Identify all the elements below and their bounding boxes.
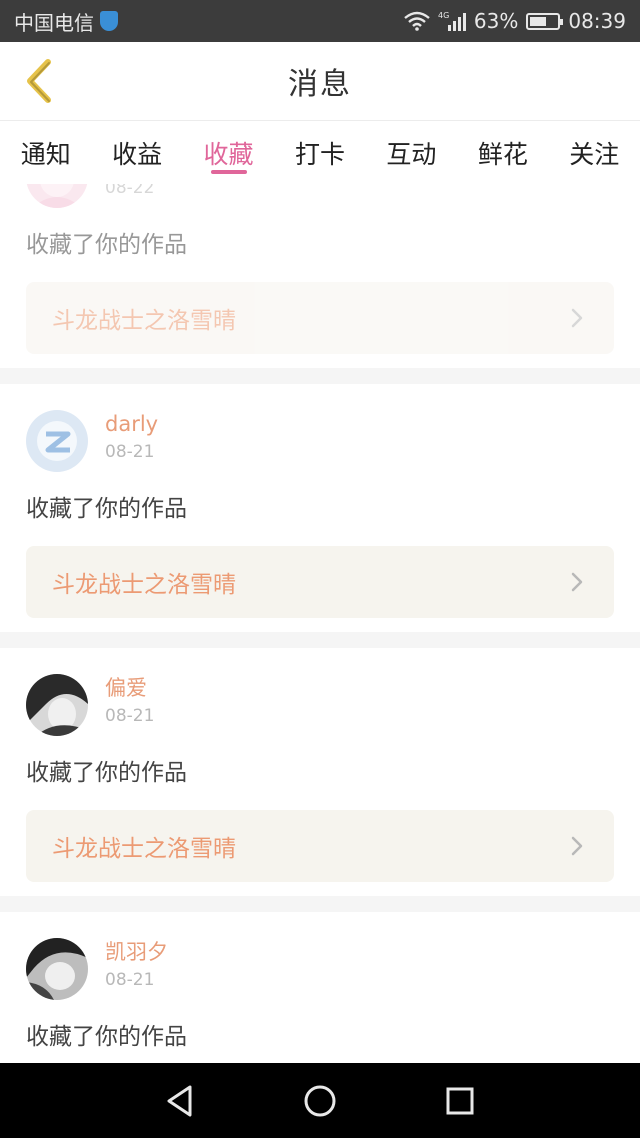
avatar[interactable] — [26, 674, 88, 736]
user-row: darly 08-21 — [26, 384, 614, 472]
app-header: 消息 — [0, 42, 640, 120]
avatar[interactable] — [26, 938, 88, 1000]
chevron-right-icon — [566, 307, 588, 329]
username[interactable]: 凯羽夕 — [105, 938, 168, 966]
clock: 08:39 — [568, 9, 626, 33]
message-card: darly 08-21 收藏了你的作品斗龙战士之洛雪晴 — [0, 384, 640, 632]
tab-4[interactable]: 互动 — [366, 121, 457, 184]
home-circle-icon — [304, 1085, 336, 1116]
work-link[interactable]: 斗龙战士之洛雪晴 — [26, 810, 614, 882]
action-text: 收藏了你的作品 — [26, 1024, 187, 1050]
work-title: 斗龙战士之洛雪晴 — [52, 308, 236, 334]
network-label: 4G — [438, 11, 449, 20]
message-card: 偏爱 08-21 收藏了你的作品斗龙战士之洛雪晴 — [0, 648, 640, 896]
wifi-icon — [404, 11, 430, 31]
page-title: 消息 — [288, 67, 352, 102]
user-row: 凯羽夕 08-21 — [26, 912, 614, 1000]
shield-icon — [100, 11, 118, 31]
user-meta: 偏爱 08-21 — [105, 674, 154, 728]
status-right: 4G 63% 08:39 — [404, 9, 626, 33]
message-date: 08-21 — [105, 970, 155, 990]
username[interactable]: 偏爱 — [105, 674, 154, 702]
battery-icon — [526, 12, 564, 30]
system-nav-bar — [0, 1063, 640, 1138]
chevron-left-icon — [27, 59, 51, 103]
avatar[interactable] — [26, 410, 88, 472]
status-bar: 中国电信 4G 63% 08:39 — [0, 0, 640, 42]
tab-3[interactable]: 打卡 — [274, 121, 365, 184]
tab-bar: 通知 收益 收藏 打卡 互动 鲜花 关注 — [0, 120, 640, 184]
carrier-label: 中国电信 — [14, 10, 94, 35]
tab-2[interactable]: 收藏 — [183, 121, 274, 184]
tab-6[interactable]: 关注 — [549, 121, 640, 184]
battery-percent: 63% — [473, 9, 519, 33]
battery-fill — [530, 16, 547, 26]
user-meta: darly 08-21 — [105, 410, 158, 464]
user-row: 苏竹缘08-22 — [26, 184, 614, 208]
chevron-right-icon — [566, 571, 588, 593]
action-text: 收藏了你的作品 — [26, 232, 187, 258]
avatar[interactable] — [26, 184, 88, 208]
message-date: 08-21 — [105, 706, 155, 726]
message-card: 凯羽夕08-21收藏了你的作品斗龙战士之洛雪晴 — [0, 912, 640, 1063]
message-date: 08-21 — [105, 442, 155, 462]
action-text: 收藏了你的作品 — [26, 760, 187, 786]
message-card: 苏竹缘08-22 收藏了你的作品斗龙战士之洛雪晴 — [0, 184, 640, 368]
username[interactable]: darly — [105, 410, 158, 438]
user-row: 偏爱 08-21 — [26, 648, 614, 736]
message-feed[interactable]: 苏竹缘08-22收藏了你的作品斗龙战士之洛雪晴darly08-21收藏了你的作品… — [0, 184, 640, 1063]
tab-5[interactable]: 鲜花 — [457, 121, 548, 184]
nav-recents-button[interactable] — [430, 1071, 490, 1131]
nav-home-button[interactable] — [290, 1071, 350, 1131]
user-meta: 苏竹缘08-22 — [105, 184, 168, 200]
work-title: 斗龙战士之洛雪晴 — [52, 836, 236, 862]
status-left: 中国电信 — [14, 7, 118, 36]
message-date: 08-22 — [105, 184, 155, 198]
back-button[interactable] — [14, 56, 64, 106]
signal-icon: 4G — [438, 10, 466, 32]
work-link[interactable]: 斗龙战士之洛雪晴 — [26, 282, 614, 354]
tab-1[interactable]: 收益 — [91, 121, 182, 184]
action-text: 收藏了你的作品 — [26, 496, 187, 522]
back-triangle-icon — [167, 1085, 192, 1116]
chevron-right-icon — [566, 835, 588, 857]
tab-0[interactable]: 通知 — [0, 121, 91, 184]
user-meta: 凯羽夕 08-21 — [105, 938, 168, 992]
nav-back-button[interactable] — [150, 1071, 210, 1131]
work-title: 斗龙战士之洛雪晴 — [52, 572, 236, 598]
recents-square-icon — [446, 1087, 474, 1114]
work-link[interactable]: 斗龙战士之洛雪晴 — [26, 546, 614, 618]
